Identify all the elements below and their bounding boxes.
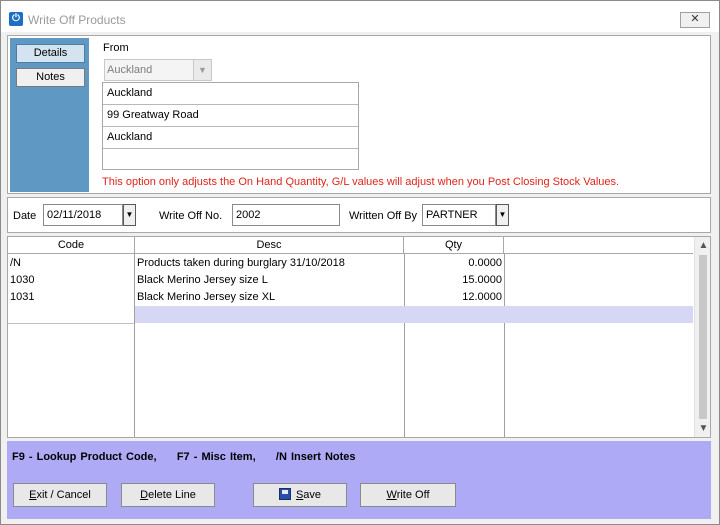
chevron-down-icon: ▼ (193, 60, 211, 80)
writeoff-label: rite Off (396, 489, 430, 501)
chevron-down-icon: ▼ (125, 210, 134, 219)
side-tabs: Details Notes (10, 38, 89, 192)
tab-details[interactable]: Details (16, 44, 85, 63)
cell-desc[interactable] (137, 306, 401, 323)
cell-qty[interactable]: 15.0000 (406, 272, 502, 289)
date-field[interactable]: 02/11/2018 (43, 204, 123, 226)
address-box: Auckland 99 Greatway Road Auckland (102, 82, 359, 170)
window-title: Write Off Products (28, 13, 126, 27)
writeoff-hotkey: W (386, 489, 397, 501)
from-location-value: Auckland (107, 64, 153, 76)
cell-desc[interactable]: Black Merino Jersey size L (137, 272, 401, 289)
title-bar: ⏻ Write Off Products ✕ (1, 1, 719, 32)
app-power-icon: ⏻ (9, 12, 23, 26)
write-off-products-window: ⏻ Write Off Products ✕ Details Notes Fro… (0, 0, 720, 525)
chevron-down-icon[interactable]: ▼ (695, 420, 710, 437)
save-button[interactable]: Save (253, 483, 347, 507)
address-line-4[interactable] (103, 149, 358, 171)
warning-message: This option only adjusts the On Hand Qua… (102, 176, 620, 188)
date-row: Date 02/11/2018 ▼ Write Off No. 2002 Wri… (7, 197, 711, 233)
written-off-by-dropdown-button[interactable]: ▼ (496, 204, 509, 226)
details-panel: Details Notes From Auckland ▼ Auckland 9… (7, 35, 711, 194)
floppy-disk-icon (278, 488, 291, 500)
delete-hotkey: D (140, 489, 149, 501)
cell-qty[interactable]: 12.0000 (406, 289, 502, 306)
cell-code[interactable]: 1031 (10, 289, 132, 306)
table-row[interactable]: 1031 Black Merino Jersey size XL 12.0000 (8, 289, 693, 306)
close-icon: ✕ (690, 13, 700, 25)
column-header-code[interactable]: Code (8, 237, 135, 254)
from-location-combo: Auckland ▼ (104, 59, 212, 81)
chevron-up-icon[interactable]: ▲ (695, 237, 710, 254)
scrollbar-thumb[interactable] (699, 255, 707, 419)
table-row[interactable]: 1030 Black Merino Jersey size L 15.0000 (8, 272, 693, 289)
table-row-new[interactable] (135, 306, 693, 323)
cell-qty[interactable]: 0.0000 (406, 255, 502, 272)
grid-header: Code Desc Qty (8, 237, 693, 254)
products-grid: Code Desc Qty /N Products taken during b… (7, 236, 711, 438)
write-off-no-field[interactable]: 2002 (232, 204, 340, 226)
from-label: From (103, 42, 129, 54)
written-off-by-label: Written Off By (349, 210, 418, 222)
write-off-button[interactable]: Write Off (360, 483, 456, 507)
tab-notes[interactable]: Notes (16, 68, 85, 87)
table-row[interactable]: /N Products taken during burglary 31/10/… (8, 255, 693, 272)
cell-code[interactable]: /N (10, 255, 132, 272)
address-line-1[interactable]: Auckland (103, 83, 358, 105)
delete-line-button[interactable]: Delete Line (121, 483, 215, 507)
exit-label: xit / Cancel (36, 489, 91, 501)
date-dropdown-button[interactable]: ▼ (123, 204, 136, 226)
cell-desc[interactable]: Products taken during burglary 31/10/201… (137, 255, 401, 272)
cell-desc[interactable]: Black Merino Jersey size XL (137, 289, 401, 306)
delete-label: elete Line (148, 489, 196, 501)
write-off-no-label: Write Off No. (159, 210, 223, 222)
address-line-3[interactable]: Auckland (103, 127, 358, 149)
written-off-by-field[interactable]: PARTNER (422, 204, 496, 226)
cell-code[interactable]: 1030 (10, 272, 132, 289)
footer-bar: F9 - Lookup Product Code, F7 - Misc Item… (7, 441, 711, 519)
chevron-down-icon: ▼ (498, 210, 507, 219)
shortcut-hints: F9 - Lookup Product Code, F7 - Misc Item… (12, 451, 356, 463)
column-header-qty[interactable]: Qty (404, 237, 504, 254)
grid-vertical-scrollbar[interactable]: ▲ ▼ (694, 237, 710, 437)
exit-cancel-button[interactable]: Exit / Cancel (13, 483, 107, 507)
date-label: Date (13, 210, 37, 222)
cell-qty[interactable] (406, 306, 502, 323)
save-label: ave (303, 489, 322, 501)
column-header-desc[interactable]: Desc (135, 237, 404, 254)
address-line-2[interactable]: 99 Greatway Road (103, 105, 358, 127)
close-button[interactable]: ✕ (680, 12, 710, 28)
row-divider (8, 323, 134, 324)
